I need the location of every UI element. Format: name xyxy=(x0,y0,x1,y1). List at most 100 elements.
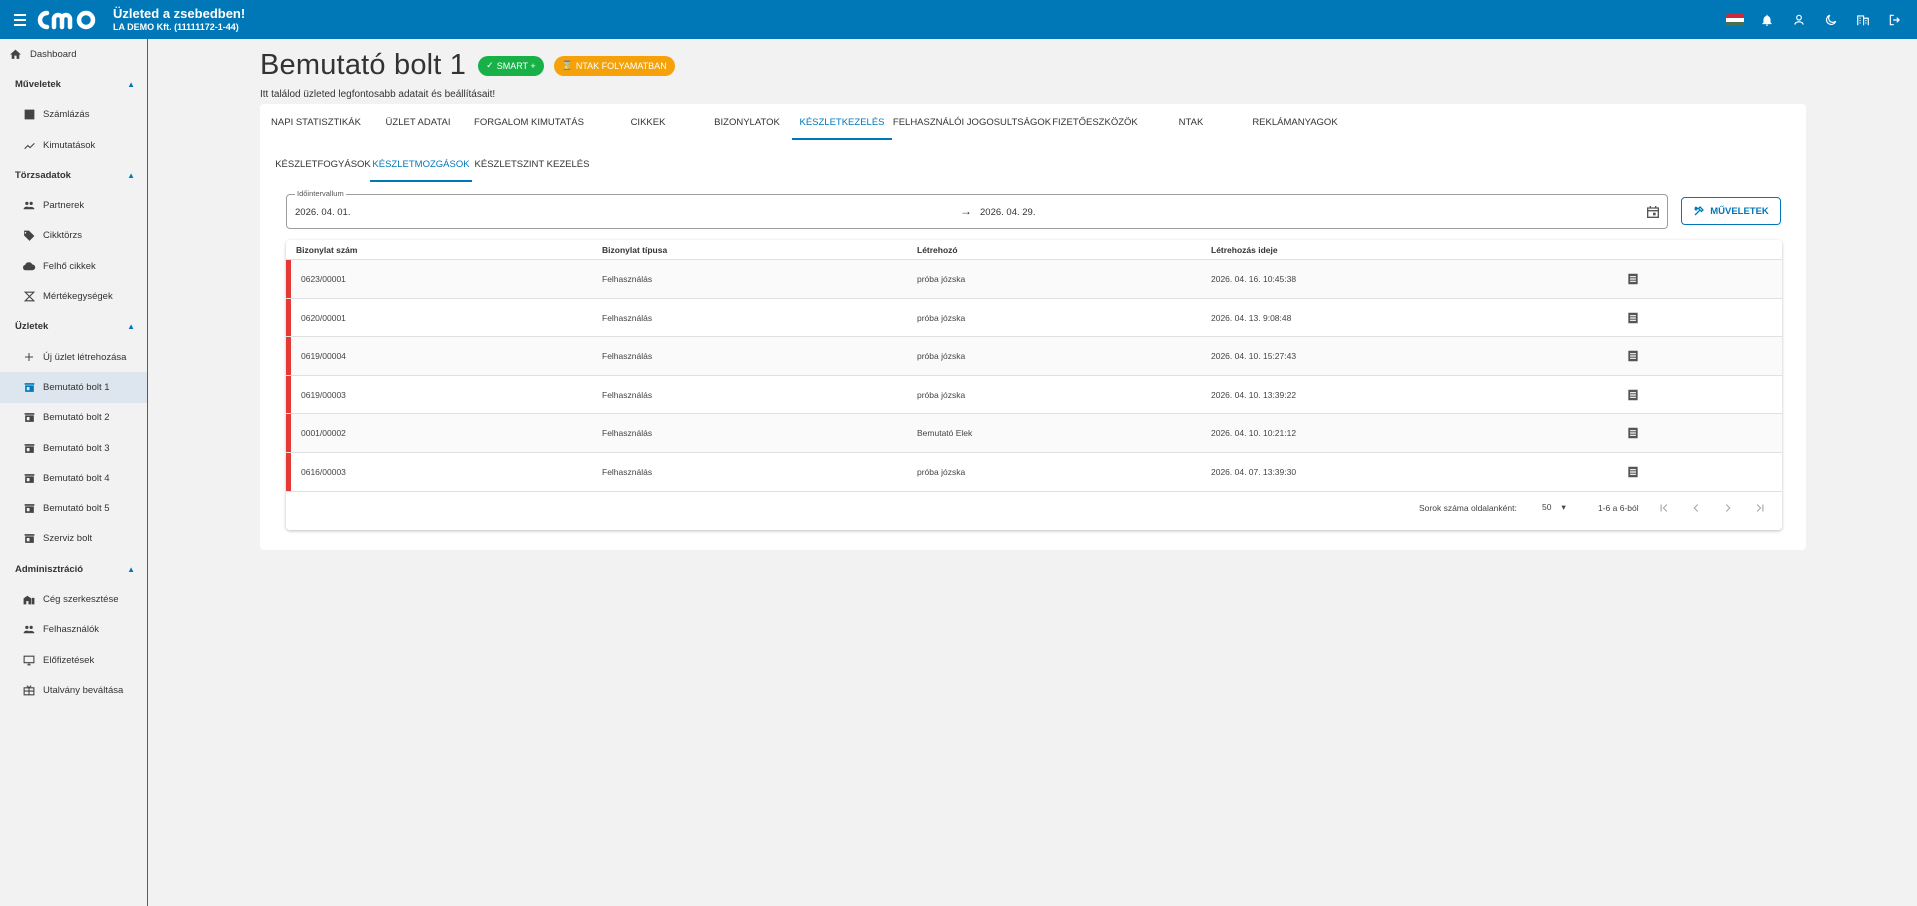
brand-block: Üzleted a zsebedben! LA DEMO Kft. (11111… xyxy=(113,5,246,32)
tab-cikkek[interactable]: CIKKEK xyxy=(594,104,702,140)
smart-badge: ✓ SMART + xyxy=(478,55,544,76)
menu-icon[interactable] xyxy=(11,9,33,31)
details-icon[interactable] xyxy=(1626,426,1640,440)
column-header-created-at[interactable]: Létrehozás ideje xyxy=(1211,245,1278,255)
operations-button[interactable]: MŰVELETEK xyxy=(1681,197,1781,225)
table-row[interactable]: 0001/00002 Felhasználás Bemutató Elek 20… xyxy=(286,414,1782,453)
store-icon xyxy=(22,502,36,516)
date-to-input[interactable]: 2026. 04. 29. xyxy=(980,207,1035,218)
sidebar-item-partnerek[interactable]: Partnerek xyxy=(0,190,147,220)
tab-fizetoeszkozok[interactable]: FIZETŐESZKÖZÖK xyxy=(1052,104,1138,140)
sub-tabs: KÉSZLETFOGYÁSOK KÉSZLETMOZGÁSOK KÉSZLETS… xyxy=(275,146,592,182)
sidebar-group-muveletek[interactable]: Műveletek ▲ xyxy=(0,69,147,99)
calendar-icon[interactable] xyxy=(1645,204,1661,220)
date-from-input[interactable]: 2026. 04. 01. xyxy=(295,207,350,218)
company-name: LA DEMO Kft. (11111172-1-44) xyxy=(113,21,239,32)
status-indicator xyxy=(286,298,291,337)
first-page-icon[interactable] xyxy=(1657,501,1671,515)
sidebar-item-cikktorzs[interactable]: Cikktörzs xyxy=(0,221,147,251)
status-indicator xyxy=(286,414,291,452)
tools-icon xyxy=(1694,206,1705,216)
tab-ntak[interactable]: NTAK xyxy=(1138,104,1244,140)
store-icon xyxy=(22,441,36,455)
sidebar-item-label: Bemutató bolt 3 xyxy=(43,442,110,454)
monitor-icon xyxy=(22,653,36,667)
status-indicator xyxy=(286,337,291,375)
table-row[interactable]: 0619/00003 Felhasználás próba józska 202… xyxy=(286,375,1782,415)
tab-keszletkezeles[interactable]: KÉSZLETKEZELÉS xyxy=(792,104,892,140)
sidebar-item-label: Kimutatások xyxy=(43,139,96,151)
sidebar-item-label: Cikktörzs xyxy=(43,230,83,242)
ntak-status-badge: ⌛ NTAK FOLYAMATBAN xyxy=(553,55,675,76)
prev-page-icon[interactable] xyxy=(1689,501,1703,515)
receipt-icon xyxy=(22,108,36,122)
sidebar-item-label: Mértékegységek xyxy=(43,291,113,303)
sidebar-item-elofizetesek[interactable]: Előfizetések xyxy=(0,645,147,675)
cell-created-at: 2026. 04. 10. 10:21:12 xyxy=(1211,428,1297,439)
tab-napi-statisztikak[interactable]: NAPI STATISZTIKÁK xyxy=(260,104,372,140)
cell-creator: próba józska xyxy=(917,312,966,323)
sidebar-item-bemutato-bolt-4[interactable]: Bemutató bolt 4 xyxy=(0,463,147,493)
details-icon[interactable] xyxy=(1626,388,1640,402)
sidebar-item-bemutato-bolt-5[interactable]: Bemutató bolt 5 xyxy=(0,493,147,523)
next-page-icon[interactable] xyxy=(1721,501,1735,515)
date-range-field[interactable]: Időintervallum 2026. 04. 01. → 2026. 04.… xyxy=(286,189,1668,229)
rows-per-page-select[interactable]: 50 ▾ xyxy=(1542,502,1566,513)
cell-document-number: 0616/00003 xyxy=(301,466,346,477)
hu-flag-icon[interactable] xyxy=(1725,10,1745,30)
cell-creator: próba józska xyxy=(917,351,966,362)
cell-created-at: 2026. 04. 07. 13:39:30 xyxy=(1211,466,1297,477)
tab-reklamanyagok[interactable]: REKLÁMANYAGOK xyxy=(1244,104,1346,140)
subtab-keszletmozgasok[interactable]: KÉSZLETMOZGÁSOK xyxy=(370,146,472,182)
tab-bizonylatok[interactable]: BIZONYLATOK xyxy=(702,104,792,140)
sidebar-item-uj-uzlet[interactable]: Új üzlet létrehozása xyxy=(0,342,147,372)
logout-icon[interactable] xyxy=(1885,10,1905,30)
app-tagline: Üzleted a zsebedben! xyxy=(113,5,246,21)
last-page-icon[interactable] xyxy=(1753,501,1767,515)
details-icon[interactable] xyxy=(1626,272,1640,286)
table-row[interactable]: 0619/00004 Felhasználás próba józska 202… xyxy=(286,337,1782,376)
sidebar-item-utalvany-bevaltasa[interactable]: Utalvány beváltása xyxy=(0,675,147,705)
cell-document-number: 0001/00002 xyxy=(301,428,346,439)
sidebar-item-felho-cikkek[interactable]: Felhő cikkek xyxy=(0,251,147,281)
status-indicator xyxy=(286,260,291,298)
sidebar-group-adminisztracio[interactable]: Adminisztráció ▲ xyxy=(0,554,147,584)
details-icon[interactable] xyxy=(1626,349,1640,363)
sidebar-item-bemutato-bolt-3[interactable]: Bemutató bolt 3 xyxy=(0,433,147,463)
sidebar-item-felhasznalok[interactable]: Felhasználók xyxy=(0,615,147,645)
sidebar-item-ceg-szerkesztese[interactable]: Cég szerkesztése xyxy=(0,584,147,614)
pagination-range: 1-6 a 6-ból xyxy=(1598,503,1639,513)
sidebar-item-szamlazas[interactable]: Számlázás xyxy=(0,100,147,130)
subtab-keszletszint-kezeles[interactable]: KÉSZLETSZINT KEZELÉS xyxy=(472,146,592,182)
details-icon[interactable] xyxy=(1626,311,1640,325)
sidebar-group-uzletek[interactable]: Üzletek ▲ xyxy=(0,312,147,342)
subtab-keszletfogyasok[interactable]: KÉSZLETFOGYÁSOK xyxy=(275,146,371,182)
column-header-document-number[interactable]: Bizonylat szám xyxy=(296,245,357,255)
user-icon[interactable] xyxy=(1789,10,1809,30)
sidebar-item-mertekegysegek[interactable]: Mértékegységek xyxy=(0,281,147,311)
sidebar-group-torzsadatok[interactable]: Törzsadatok ▲ xyxy=(0,160,147,190)
company-icon[interactable] xyxy=(1853,10,1873,30)
sidebar-item-szerviz-bolt[interactable]: Szerviz bolt xyxy=(0,524,147,554)
store-icon xyxy=(22,471,36,485)
sidebar-item-label: Cég szerkesztése xyxy=(43,593,119,605)
table-row[interactable]: 0616/00003 Felhasználás próba józska 202… xyxy=(286,452,1782,492)
bell-icon[interactable] xyxy=(1757,10,1777,30)
cmo-logo xyxy=(37,10,96,29)
table-row[interactable]: 0623/00001 Felhasználás próba józska 202… xyxy=(286,260,1782,299)
dark-mode-icon[interactable] xyxy=(1821,10,1841,30)
tab-forgalom-kimutatas[interactable]: FORGALOM KIMUTATÁS xyxy=(464,104,594,140)
sidebar-item-dashboard[interactable]: Dashboard xyxy=(0,39,147,69)
sidebar-item-bemutato-bolt-2[interactable]: Bemutató bolt 2 xyxy=(0,403,147,433)
sidebar-item-kimutatasok[interactable]: Kimutatások xyxy=(0,130,147,160)
details-icon[interactable] xyxy=(1626,465,1640,479)
sidebar-item-bemutato-bolt-1[interactable]: Bemutató bolt 1 xyxy=(0,372,147,403)
tab-felhasznaloi-jogosultsagok[interactable]: FELHASZNÁLÓI JOGOSULTSÁGOK xyxy=(892,104,1052,140)
table-row[interactable]: 0620/00001 Felhasználás próba józska 202… xyxy=(286,298,1782,338)
sidebar-item-label: Felhasználók xyxy=(43,624,99,636)
column-header-creator[interactable]: Létrehozó xyxy=(917,245,958,255)
column-header-document-type[interactable]: Bizonylat típusa xyxy=(602,245,667,255)
main-tabs: NAPI STATISZTIKÁK ÜZLET ADATAI FORGALOM … xyxy=(260,104,1346,140)
cell-document-type: Felhasználás xyxy=(602,274,653,284)
tab-uzlet-adatai[interactable]: ÜZLET ADATAI xyxy=(372,104,464,140)
